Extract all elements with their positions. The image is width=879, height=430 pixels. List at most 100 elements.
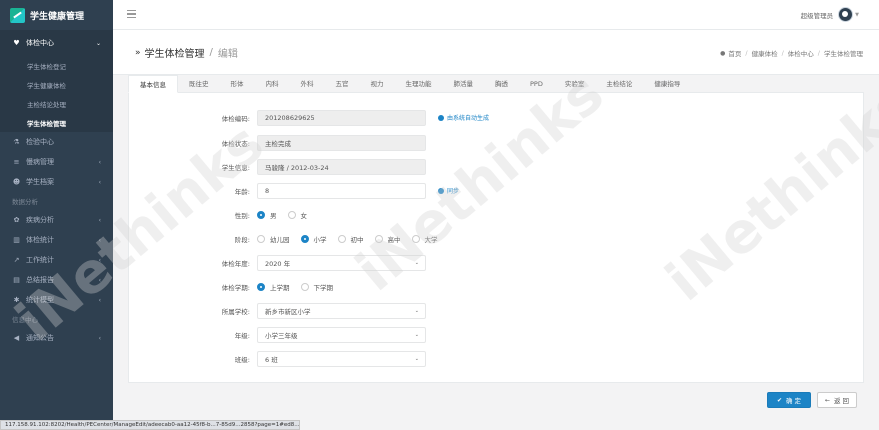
stage-label: 阶段: [234, 235, 250, 244]
chevron-down-icon: ⌄ [414, 259, 419, 266]
back-button[interactable]: ← 返 回 [817, 392, 857, 408]
user-name: 超级管理员 [800, 11, 834, 20]
term-radio-first[interactable]: 上学期 [257, 282, 290, 292]
chevron-left-icon: ‹ [98, 236, 101, 244]
confirm-button[interactable]: ✔ 确 定 [767, 392, 811, 408]
age-field[interactable]: 8 [257, 182, 426, 199]
tab-xray[interactable]: 胸透 [484, 75, 519, 93]
tab-surgery[interactable]: 外科 [290, 75, 325, 93]
sidebar-section-analysis: 数据分析 [12, 198, 38, 206]
exam-no-field[interactable]: 201208629625 [257, 109, 426, 126]
form-row-student: 学生信息: 马骏隆 / 2012-03-24 [129, 158, 865, 175]
page-heading: » 学生体检管理 / 编辑 ● 首页 / 健康体检 / 体检中心 / 学生体检管… [113, 30, 879, 75]
class-label: 班级: [234, 355, 250, 364]
tab-ent[interactable]: 五官 [325, 75, 360, 93]
year-select[interactable]: 2020 年 ⌄ [257, 254, 426, 271]
sidebar-item-notice[interactable]: ◀ 通知公告 ‹ [0, 328, 113, 348]
sidebar-item-disease[interactable]: ✿ 疾病分析 ‹ [0, 210, 113, 230]
chevron-left-icon: ‹ [98, 216, 101, 224]
bar-chart-icon: ▥ [13, 236, 20, 244]
tab-conclusion[interactable]: 主检结论 [595, 75, 643, 93]
term-radio-second[interactable]: 下学期 [300, 282, 333, 292]
radio-icon [337, 234, 346, 243]
tab-lung-capacity[interactable]: 肺活量 [443, 75, 485, 93]
sidebar-item-chronic[interactable]: ≡ 慢病管理 ‹ [0, 152, 113, 172]
stage-radio-primary[interactable]: 小学 [300, 234, 327, 244]
class-select[interactable]: 6 班 ⌄ [257, 350, 426, 367]
sidebar-subitem-register[interactable]: 学生体检登记 [0, 56, 113, 75]
tab-history[interactable]: 既往史 [178, 75, 220, 93]
student-field[interactable]: 马骏隆 / 2012-03-24 [257, 158, 426, 175]
user-menu[interactable]: 超级管理员 ▼ [801, 7, 859, 22]
breadcrumb-health-exam[interactable]: 健康体检 [752, 48, 778, 58]
form-row-exam-no: 体检编码: 201208629625 由系统自动生成 [129, 109, 865, 126]
sidebar-item-student-archive[interactable]: ☻ 学生档案 ‹ [0, 172, 113, 192]
tab-ppd[interactable]: PPD [519, 75, 554, 93]
gender-radio-male[interactable]: 男 [257, 210, 277, 220]
sidebar-subitem-health-exam[interactable]: 学生健康体检 [0, 75, 113, 94]
tab-guidance[interactable]: 健康指导 [643, 75, 691, 93]
sidebar-item-work-stats[interactable]: ↗ 工作统计 ‹ [0, 250, 113, 270]
tab-vision[interactable]: 视力 [360, 75, 395, 93]
disease-icon: ✿ [13, 216, 20, 224]
chevron-down-icon: ⌄ [414, 331, 419, 338]
tab-basic-info[interactable]: 基本信息 [128, 75, 178, 93]
stage-radio-junior[interactable]: 初中 [337, 234, 364, 244]
sidebar-item-label: 通知公告 [26, 334, 54, 342]
radio-icon [300, 282, 309, 291]
sidebar-subitem-exam-manage[interactable]: 学生体检管理 [0, 113, 113, 132]
sidebar-item-label: 慢病管理 [26, 158, 54, 166]
status-field[interactable]: 主检完成 [257, 134, 426, 151]
sidebar-item-model[interactable]: ✱ 统计模型 ‹ [0, 290, 113, 310]
page-title-sub: 编辑 [217, 49, 238, 60]
age-label: 年龄: [234, 187, 250, 196]
chevron-left-icon: ‹ [98, 158, 101, 166]
double-chevron-icon: » [135, 47, 141, 58]
gender-radio-female[interactable]: 女 [287, 210, 307, 220]
form-row-age: 年龄: 8 同步 [129, 182, 865, 199]
stage-radio-university[interactable]: 大学 [411, 234, 438, 244]
sidebar-item-lab-center[interactable]: ⚗ 检验中心 [0, 132, 113, 152]
stage-radio-group: 幼儿园 小学 初中 高中 大学 [257, 234, 449, 244]
stage-radio-senior[interactable]: 高中 [374, 234, 401, 244]
tab-body-shape[interactable]: 形体 [220, 75, 255, 93]
tab-internal[interactable]: 内科 [255, 75, 290, 93]
sidebar-item-label: 统计模型 [26, 296, 54, 304]
location-pin-icon: ● [720, 49, 726, 57]
term-radio-group: 上学期 下学期 [257, 282, 344, 292]
radio-icon [374, 234, 383, 243]
school-label: 所属学校: [221, 307, 250, 316]
chevron-left-icon: ‹ [98, 334, 101, 342]
info-icon [438, 114, 444, 121]
chevron-down-icon: ⌄ [414, 355, 419, 362]
student-label: 学生信息: [221, 163, 250, 172]
form-row-status: 体检状态: 主检完成 [129, 134, 865, 151]
caret-down-icon: ▼ [855, 11, 859, 18]
stage-radio-kindergarten[interactable]: 幼儿园 [257, 234, 290, 244]
line-chart-icon: ↗ [13, 256, 20, 264]
gender-radio-group: 男 女 [257, 210, 318, 220]
tab-lab[interactable]: 实验室 [554, 75, 596, 93]
menu-toggle-icon[interactable] [127, 10, 136, 18]
breadcrumb-exam-center[interactable]: 体检中心 [788, 48, 814, 58]
avatar [838, 7, 854, 22]
grade-label: 年级: [234, 331, 250, 340]
school-select[interactable]: 新乡市新区小学 ⌄ [257, 302, 426, 319]
sidebar-item-exam-center[interactable]: ♥ 体检中心 ⌄ [0, 30, 113, 56]
breadcrumb-home[interactable]: 首页 [728, 48, 741, 58]
form-row-grade: 年级: 小学三年级 ⌄ [129, 326, 865, 343]
grade-select[interactable]: 小学三年级 ⌄ [257, 326, 426, 343]
sidebar-item-exam-stats[interactable]: ▥ 体检统计 ‹ [0, 230, 113, 250]
sidebar-item-report[interactable]: ▤ 总结报告 ‹ [0, 270, 113, 290]
browser-status-url: 117.158.91.102:8202/Health/PECenter/Mana… [0, 420, 300, 430]
age-sync-hint[interactable]: 同步 [438, 186, 459, 195]
tab-physiology[interactable]: 生理功能 [395, 75, 443, 93]
radio-checked-icon [257, 282, 265, 291]
page-title: » 学生体检管理 / 编辑 [135, 47, 238, 60]
sidebar-subitem-conclusion[interactable]: 主检结论处理 [0, 94, 113, 113]
heartbeat-icon: ♥ [13, 39, 20, 47]
exam-no-hint: 由系统自动生成 [438, 113, 489, 122]
sidebar-item-label: 学生档案 [26, 178, 54, 186]
radio-icon [287, 210, 296, 219]
brand[interactable]: 学生健康管理 [0, 0, 113, 30]
